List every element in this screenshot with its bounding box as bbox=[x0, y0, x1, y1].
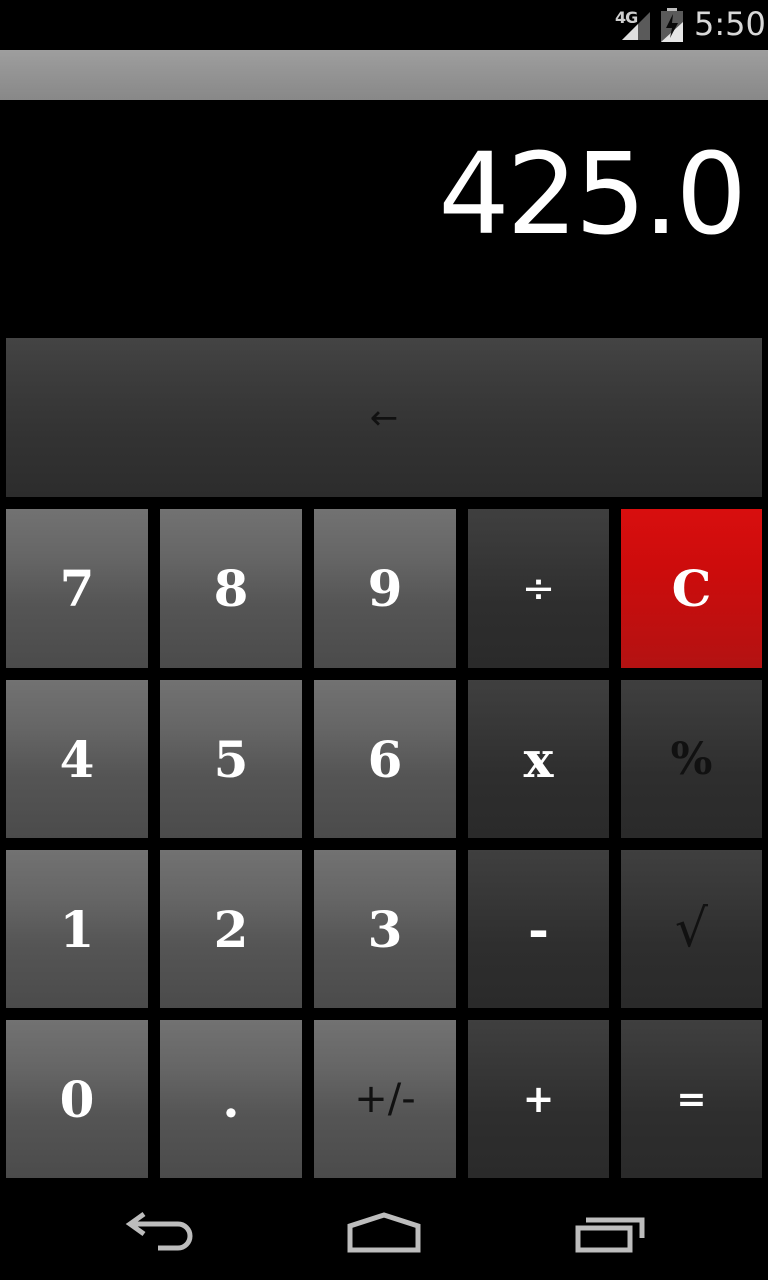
digit-7-button[interactable]: 7 bbox=[6, 509, 148, 668]
clear-button[interactable]: C bbox=[621, 509, 762, 668]
display-value: 425.0 bbox=[438, 130, 747, 260]
digit-8-label: 8 bbox=[213, 559, 249, 618]
digit-4-label: 4 bbox=[59, 729, 95, 789]
digit-1-label: 1 bbox=[59, 899, 95, 959]
plus-button[interactable]: + bbox=[468, 1020, 609, 1178]
divide-button[interactable]: ÷ bbox=[468, 509, 609, 668]
home-icon[interactable] bbox=[346, 1210, 422, 1258]
digit-8-button[interactable]: 8 bbox=[160, 509, 302, 668]
back-icon[interactable] bbox=[124, 1210, 196, 1258]
digit-4-button[interactable]: 4 bbox=[6, 680, 148, 838]
square-root-label: √ bbox=[674, 899, 709, 959]
percent-label: % bbox=[670, 733, 713, 785]
calculator-screen: 4G 5:50 425.0 ← 7 8 9 ÷ C 4 5 6 x % 1 2 … bbox=[0, 0, 768, 1280]
digit-1-button[interactable]: 1 bbox=[6, 850, 148, 1008]
signal-icon bbox=[622, 12, 650, 40]
digit-0-button[interactable]: 0 bbox=[6, 1020, 148, 1178]
clock-time: 5:50 bbox=[694, 5, 766, 43]
plus-label: + bbox=[522, 1077, 555, 1121]
battery-charging-icon bbox=[661, 8, 683, 42]
digit-2-button[interactable]: 2 bbox=[160, 850, 302, 1008]
digit-7-label: 7 bbox=[59, 559, 95, 618]
status-bar: 4G 5:50 bbox=[0, 0, 768, 50]
recents-icon[interactable] bbox=[574, 1210, 648, 1258]
digit-3-button[interactable]: 3 bbox=[314, 850, 456, 1008]
backspace-arrow-icon: ← bbox=[369, 397, 399, 438]
digit-6-button[interactable]: 6 bbox=[314, 680, 456, 838]
equals-button[interactable]: = bbox=[621, 1020, 762, 1178]
digit-6-label: 6 bbox=[367, 729, 403, 789]
result-display: 425.0 bbox=[0, 100, 768, 338]
minus-button[interactable]: - bbox=[468, 850, 609, 1008]
digit-5-button[interactable]: 5 bbox=[160, 680, 302, 838]
multiply-label: x bbox=[523, 729, 554, 789]
decimal-point-button[interactable]: . bbox=[160, 1020, 302, 1178]
digit-0-label: 0 bbox=[59, 1069, 95, 1129]
digit-9-button[interactable]: 9 bbox=[314, 509, 456, 668]
plus-minus-button[interactable]: +/- bbox=[314, 1020, 456, 1178]
digit-5-label: 5 bbox=[213, 729, 249, 789]
digit-2-label: 2 bbox=[213, 899, 249, 959]
decimal-point-label: . bbox=[222, 1069, 240, 1129]
equals-label: = bbox=[676, 1078, 707, 1120]
navigation-bar bbox=[0, 1190, 768, 1280]
clear-label: C bbox=[671, 559, 712, 618]
plus-minus-label: +/- bbox=[354, 1076, 416, 1122]
divide-label: ÷ bbox=[521, 565, 556, 612]
digit-3-label: 3 bbox=[367, 899, 403, 959]
minus-label: - bbox=[528, 899, 549, 959]
square-root-button[interactable]: √ bbox=[621, 850, 762, 1008]
backspace-button[interactable]: ← bbox=[6, 338, 762, 497]
title-strip bbox=[0, 50, 768, 100]
percent-button[interactable]: % bbox=[621, 680, 762, 838]
multiply-button[interactable]: x bbox=[468, 680, 609, 838]
digit-9-label: 9 bbox=[367, 559, 403, 618]
